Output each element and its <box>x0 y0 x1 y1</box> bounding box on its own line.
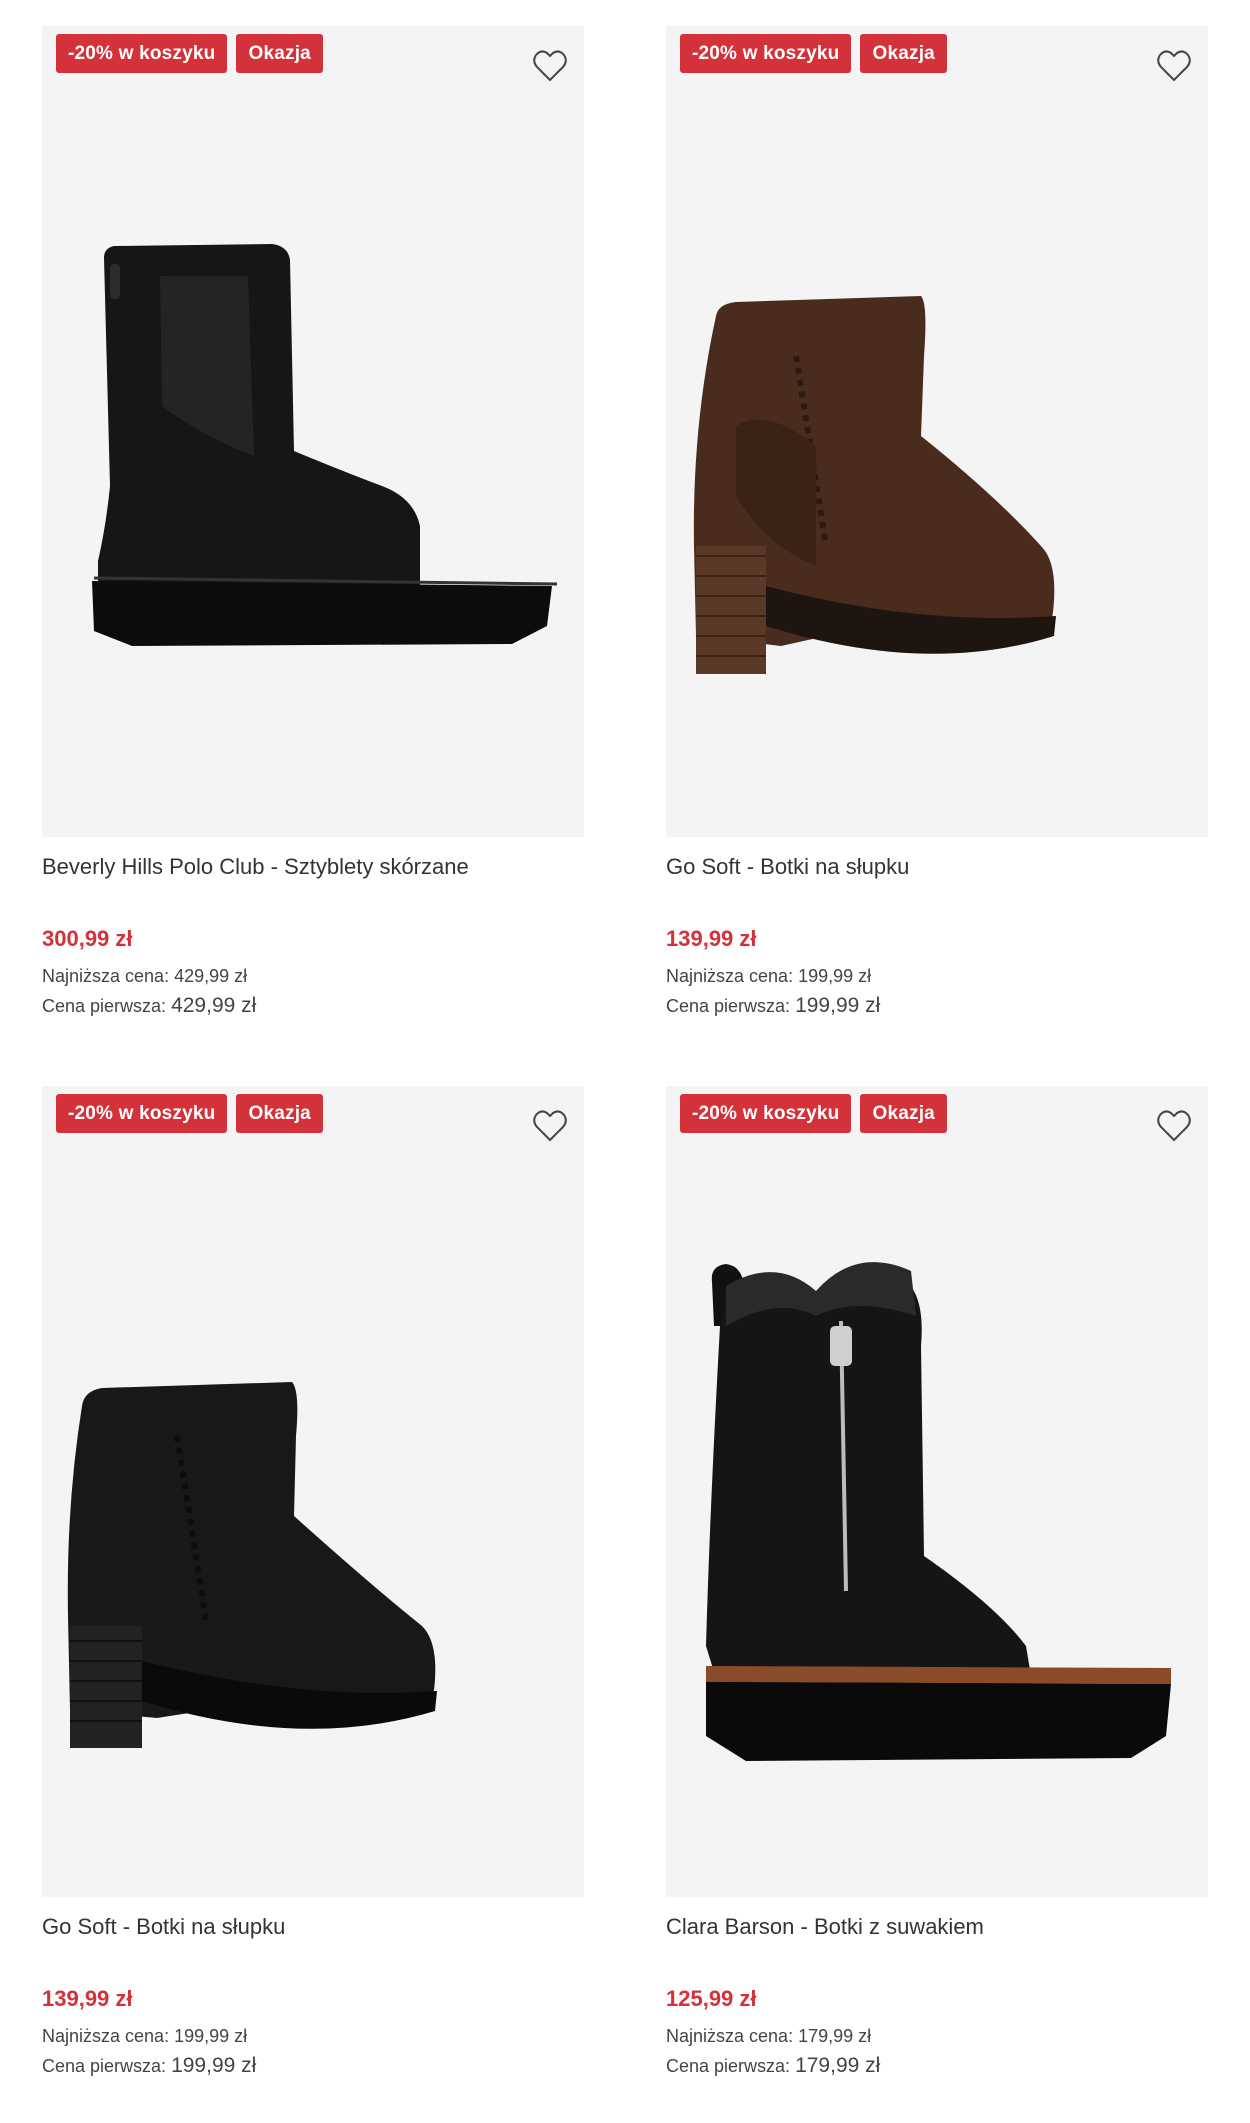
lowest-price-value: 199,99 zł <box>174 2026 248 2046</box>
badge-group: -20% w koszyku Okazja <box>56 1094 323 1133</box>
heart-icon[interactable] <box>1154 1106 1194 1146</box>
heart-icon[interactable] <box>530 1106 570 1146</box>
product-card[interactable]: -20% w koszyku Okazja Beverly Hills Polo… <box>42 26 584 1021</box>
deal-badge: Okazja <box>236 34 323 73</box>
original-price-value: 429,99 zł <box>171 994 257 1017</box>
original-price-label: Cena pierwsza: <box>42 996 167 1016</box>
discount-badge: -20% w koszyku <box>680 1094 852 1133</box>
product-title[interactable]: Go Soft - Botki na słupku <box>42 1911 584 1943</box>
deal-badge: Okazja <box>236 1094 323 1133</box>
product-image[interactable]: -20% w koszyku Okazja <box>666 26 1208 837</box>
lowest-price-value: 199,99 zł <box>798 966 872 986</box>
price-history: Najniższa cena: 199,99 zł Cena pierwsza:… <box>42 2021 584 2081</box>
original-price-label: Cena pierwsza: <box>666 2056 791 2076</box>
lowest-price-row: Najniższa cena: 199,99 zł <box>666 961 1208 991</box>
product-card[interactable]: -20% w koszyku Okazja Go Soft - Botki na… <box>42 1086 584 2081</box>
lowest-price-label: Najniższa cena: <box>666 966 794 986</box>
original-price-value: 199,99 zł <box>795 994 881 1017</box>
original-price-value: 179,99 zł <box>795 2054 881 2077</box>
deal-badge: Okazja <box>860 1094 947 1133</box>
lowest-price-label: Najniższa cena: <box>42 2026 170 2046</box>
heart-icon[interactable] <box>1154 46 1194 86</box>
lowest-price-row: Najniższa cena: 179,99 zł <box>666 2021 1208 2051</box>
discount-badge: -20% w koszyku <box>680 34 852 73</box>
original-price-label: Cena pierwsza: <box>666 996 791 1016</box>
product-price: 300,99 zł <box>42 926 133 951</box>
deal-badge: Okazja <box>860 34 947 73</box>
original-price-row: Cena pierwsza: 179,99 zł <box>666 2051 1208 2081</box>
discount-badge: -20% w koszyku <box>56 34 228 73</box>
product-card[interactable]: -20% w koszyku Okazja Go Soft - Botki na… <box>666 26 1208 1021</box>
black-heeled-ankle-boot-image <box>67 1382 437 1748</box>
lowest-price-row: Najniższa cena: 429,99 zł <box>42 961 584 991</box>
lowest-price-value: 179,99 zł <box>798 2026 872 2046</box>
product-image[interactable]: -20% w koszyku Okazja <box>666 1086 1208 1897</box>
black-chelsea-boot-image <box>92 244 558 646</box>
price-history: Najniższa cena: 429,99 zł Cena pierwsza:… <box>42 961 584 1021</box>
product-image[interactable]: -20% w koszyku Okazja <box>42 1086 584 1897</box>
product-title[interactable]: Clara Barson - Botki z suwakiem <box>666 1911 1208 1943</box>
original-price-value: 199,99 zł <box>171 2054 257 2077</box>
heart-icon[interactable] <box>530 46 570 86</box>
product-price: 139,99 zł <box>666 926 757 951</box>
badge-group: -20% w koszyku Okazja <box>680 34 947 73</box>
product-card[interactable]: -20% w koszyku Okazja Clara Barson - Bot… <box>666 1086 1208 2081</box>
brown-heeled-ankle-boot-image <box>693 296 1056 674</box>
product-title[interactable]: Go Soft - Botki na słupku <box>666 851 1208 883</box>
product-image[interactable]: -20% w koszyku Okazja <box>42 26 584 837</box>
original-price-row: Cena pierwsza: 199,99 zł <box>666 991 1208 1021</box>
original-price-row: Cena pierwsza: 429,99 zł <box>42 991 584 1021</box>
product-price: 139,99 zł <box>42 1986 133 2011</box>
badge-group: -20% w koszyku Okazja <box>56 34 323 73</box>
original-price-row: Cena pierwsza: 199,99 zł <box>42 2051 584 2081</box>
product-grid: -20% w koszyku Okazja Beverly Hills Polo… <box>0 0 1250 2123</box>
original-price-label: Cena pierwsza: <box>42 2056 167 2076</box>
price-history: Najniższa cena: 199,99 zł Cena pierwsza:… <box>666 961 1208 1021</box>
black-fur-zip-boot-image <box>706 1262 1171 1761</box>
product-price: 125,99 zł <box>666 1986 757 2011</box>
lowest-price-row: Najniższa cena: 199,99 zł <box>42 2021 584 2051</box>
lowest-price-label: Najniższa cena: <box>42 966 170 986</box>
discount-badge: -20% w koszyku <box>56 1094 228 1133</box>
price-history: Najniższa cena: 179,99 zł Cena pierwsza:… <box>666 2021 1208 2081</box>
lowest-price-label: Najniższa cena: <box>666 2026 794 2046</box>
product-title[interactable]: Beverly Hills Polo Club - Sztyblety skór… <box>42 851 584 883</box>
badge-group: -20% w koszyku Okazja <box>680 1094 947 1133</box>
lowest-price-value: 429,99 zł <box>174 966 248 986</box>
